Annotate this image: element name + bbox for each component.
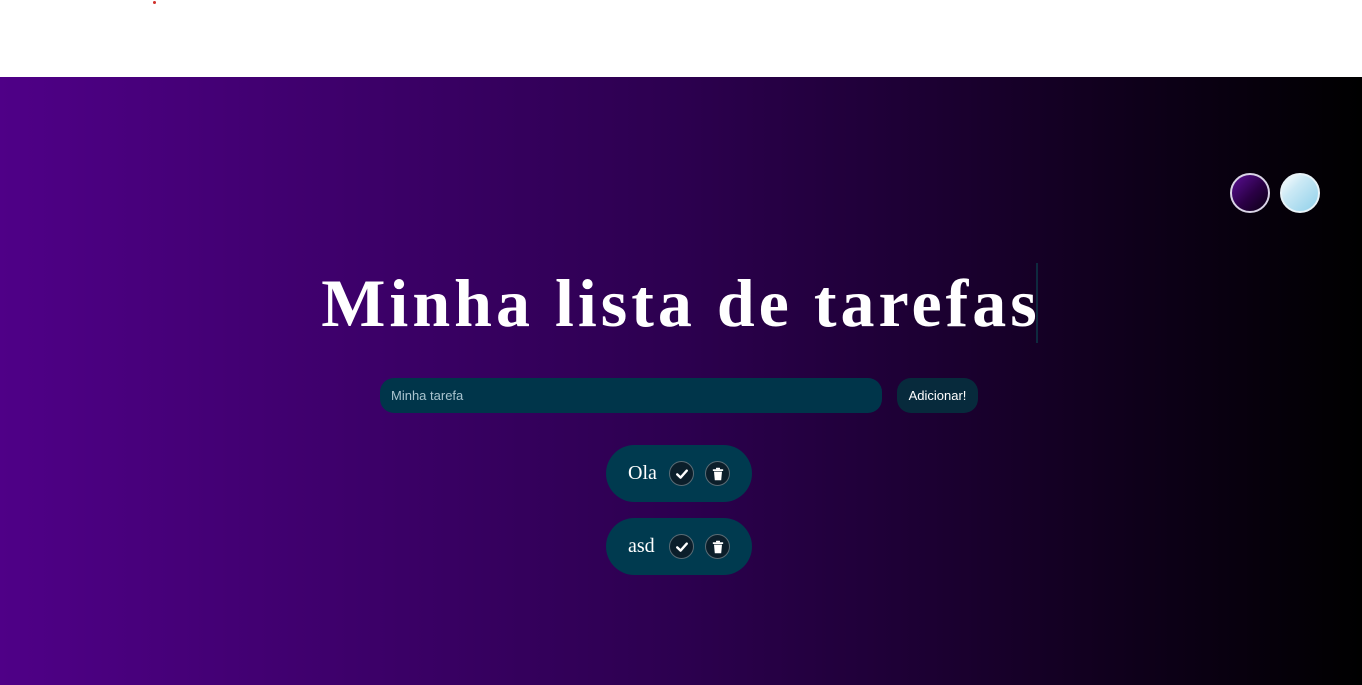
theme-switch — [1230, 173, 1320, 213]
trash-icon — [712, 540, 723, 553]
trash-icon — [712, 467, 723, 480]
complete-task-button[interactable] — [669, 461, 694, 486]
check-icon — [675, 541, 688, 552]
red-dot — [153, 1, 156, 4]
delete-task-button[interactable] — [705, 461, 730, 486]
check-icon — [675, 468, 688, 479]
page-title: Minha lista de tarefas — [321, 265, 1041, 341]
main-container: Minha lista de tarefas Adicionar! Ola as… — [0, 77, 1362, 685]
task-form: Adicionar! — [380, 378, 978, 413]
delete-task-button[interactable] — [705, 534, 730, 559]
task-list: Ola asd — [606, 445, 752, 591]
task-text: asd — [628, 535, 655, 557]
task-text: Ola — [628, 462, 657, 484]
task-input[interactable] — [380, 378, 882, 413]
top-bar — [0, 0, 1362, 77]
add-task-button[interactable]: Adicionar! — [897, 378, 978, 413]
task-item: Ola — [606, 445, 752, 502]
complete-task-button[interactable] — [669, 534, 694, 559]
task-item: asd — [606, 518, 752, 575]
light-theme-button[interactable] — [1280, 173, 1320, 213]
dark-theme-button[interactable] — [1230, 173, 1270, 213]
text-cursor — [1036, 263, 1038, 343]
